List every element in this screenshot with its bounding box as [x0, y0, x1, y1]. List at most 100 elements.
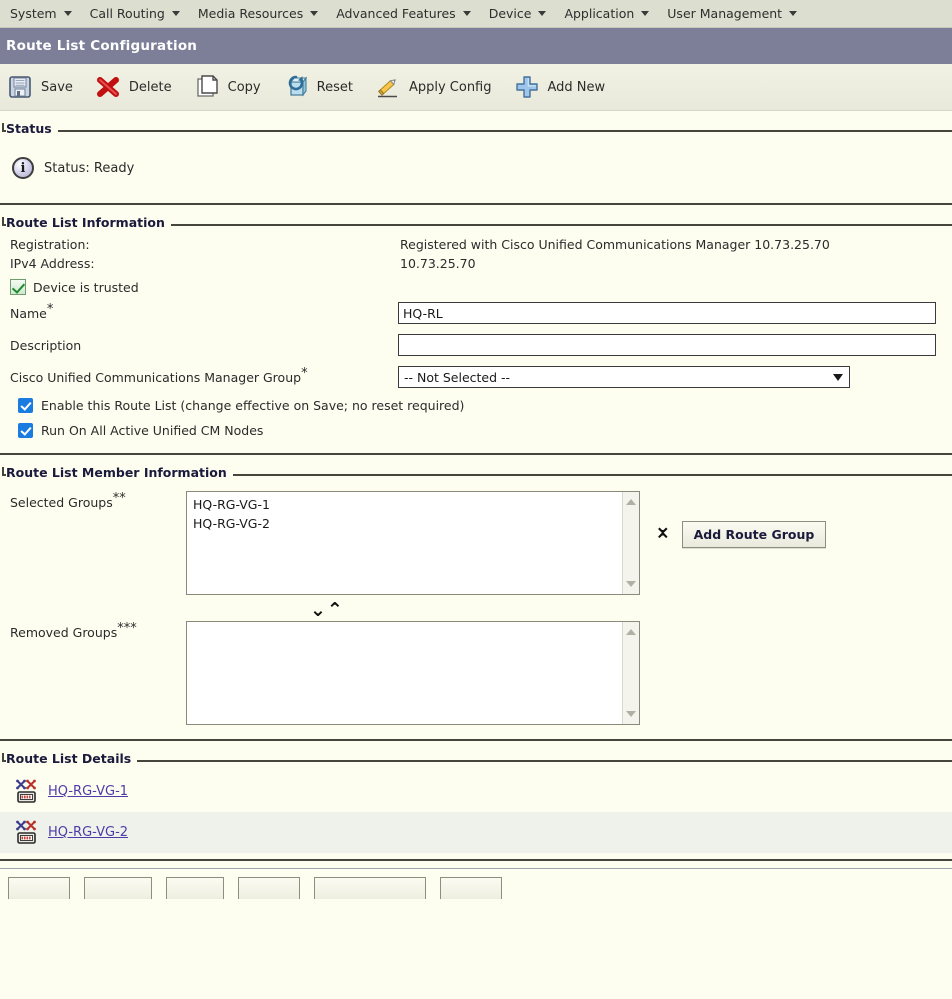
registration-row: Registration: Registered with Cisco Unif… [0, 235, 952, 254]
device-trusted-row: Device is trusted [0, 273, 952, 297]
menu-item-label: User Management [667, 6, 783, 21]
ipv4-address-label: IPv4 Address: [10, 256, 95, 271]
name-row: Name* [0, 297, 952, 329]
menu-item-call-routing[interactable]: Call Routing [86, 6, 194, 21]
enable-route-list-checkbox[interactable] [18, 398, 33, 413]
bottom-button-3[interactable] [166, 877, 224, 899]
route-group-device-icon [16, 820, 40, 846]
selected-groups-scrollbar[interactable] [622, 492, 639, 594]
status-section-caption: Status [6, 121, 58, 136]
menu-item-application[interactable]: Application [560, 6, 663, 21]
section-divider [0, 739, 952, 741]
save-button[interactable]: Save [7, 74, 73, 100]
add-route-group-button[interactable]: Add Route Group [681, 520, 827, 548]
status-row: i Status: Ready [0, 141, 952, 193]
registration-label: Registration: [10, 237, 90, 252]
cucm-group-label: Cisco Unified Communications Manager Gro… [10, 365, 308, 385]
name-input[interactable] [398, 302, 936, 324]
chevron-down-icon [641, 11, 650, 16]
route-list-details-header: Route List Details [0, 751, 952, 771]
reorder-arrows[interactable]: ⌄ ⌃ [654, 515, 672, 552]
route-list-details-caption: Route List Details [6, 751, 138, 766]
status-section-header: Status [0, 121, 952, 141]
ipv4-address-value: 10.73.25.70 [400, 256, 476, 271]
run-on-all-nodes-row[interactable]: Run On All Active Unified CM Nodes [0, 418, 952, 443]
green-check-icon [10, 279, 26, 295]
scroll-up-arrow-icon[interactable] [626, 629, 636, 635]
section-divider [0, 453, 952, 455]
selected-groups-listbox[interactable]: HQ-RG-VG-1 HQ-RG-VG-2 [186, 491, 640, 595]
selected-groups-row: Selected Groups** HQ-RG-VG-1 HQ-RG-VG-2 … [10, 491, 952, 595]
reset-refresh-icon [283, 74, 309, 100]
move-down-arrow-icon[interactable]: ⌄ [310, 599, 327, 621]
name-label: Name* [10, 301, 54, 321]
scroll-down-arrow-icon[interactable] [626, 711, 636, 717]
menu-item-label: System [10, 6, 57, 21]
run-on-all-nodes-label: Run On All Active Unified CM Nodes [41, 423, 264, 438]
route-list-information-header: Route List Information [0, 215, 952, 235]
delete-label: Delete [128, 79, 172, 95]
chevron-down-icon [63, 11, 72, 16]
route-list-information-caption: Route List Information [6, 215, 171, 230]
copy-button[interactable]: Copy [194, 74, 261, 100]
save-floppy-icon [7, 74, 33, 100]
action-toolbar: Save Delete Copy Reset Apply Config Add … [0, 64, 952, 111]
required-marker: *** [117, 620, 137, 636]
reset-label: Reset [316, 79, 353, 95]
chevron-down-icon [538, 11, 547, 16]
move-up-arrow-icon[interactable]: ⌃ [327, 599, 344, 621]
section-rule [2, 760, 952, 762]
delete-x-icon [95, 74, 121, 100]
menu-item-system[interactable]: System [6, 6, 86, 21]
info-icon: i [12, 157, 34, 179]
chevron-down-icon [171, 11, 180, 16]
list-item[interactable]: HQ-RG-VG-1 [191, 495, 635, 514]
removed-groups-scrollbar[interactable] [622, 622, 639, 724]
removed-groups-listbox[interactable] [186, 621, 640, 725]
bottom-button-1[interactable] [8, 877, 70, 899]
menu-item-advanced-features[interactable]: Advanced Features [332, 6, 484, 21]
delete-button[interactable]: Delete [95, 74, 172, 100]
run-on-all-nodes-checkbox[interactable] [18, 423, 33, 438]
description-row: Description [0, 329, 952, 361]
route-group-link[interactable]: HQ-RG-VG-2 [48, 825, 128, 840]
add-new-button[interactable]: Add New [514, 74, 605, 100]
bottom-button-2[interactable] [84, 877, 152, 899]
scroll-down-arrow-icon[interactable] [626, 581, 636, 587]
menu-item-label: Device [488, 6, 532, 21]
cucm-group-select[interactable]: -- Not Selected -- [398, 366, 850, 388]
section-divider [0, 203, 952, 205]
page-title-bar: Route List Configuration [0, 28, 952, 64]
cucm-group-row: Cisco Unified Communications Manager Gro… [0, 361, 952, 393]
apply-config-button[interactable]: Apply Config [375, 74, 492, 100]
main-menu-bar: System Call Routing Media Resources Adva… [0, 0, 952, 28]
enable-route-list-row[interactable]: Enable this Route List (change effective… [0, 393, 952, 418]
move-up-arrow-icon[interactable]: ⌃ [654, 531, 672, 552]
route-group-link[interactable]: HQ-RG-VG-1 [48, 784, 128, 799]
bottom-button-4[interactable] [238, 877, 300, 899]
table-row[interactable]: HQ-RG-VG-1 [0, 771, 952, 812]
menu-item-label: Advanced Features [336, 6, 456, 21]
description-input[interactable] [398, 334, 936, 356]
table-row[interactable]: HQ-RG-VG-2 [0, 812, 952, 853]
section-divider [0, 859, 952, 861]
scroll-up-arrow-icon[interactable] [626, 499, 636, 505]
cucm-group-selected-value: -- Not Selected -- [404, 369, 511, 385]
move-between-lists-arrows[interactable]: ⌄⌃ [310, 599, 358, 621]
device-trusted-label: Device is trusted [33, 279, 139, 295]
section-rule [2, 130, 952, 132]
apply-config-label: Apply Config [408, 79, 492, 95]
chevron-down-icon [833, 373, 843, 381]
page-title: Route List Configuration [6, 38, 198, 54]
menu-item-device[interactable]: Device [485, 6, 561, 21]
selected-groups-side-controls: ⌄ ⌃ Add Route Group [654, 515, 827, 552]
list-item[interactable]: HQ-RG-VG-2 [191, 514, 635, 533]
add-new-plus-icon [514, 74, 540, 100]
bottom-button-bar [0, 877, 952, 899]
menu-item-media-resources[interactable]: Media Resources [194, 6, 332, 21]
menu-item-user-management[interactable]: User Management [663, 6, 811, 21]
reset-button[interactable]: Reset [283, 74, 353, 100]
bottom-button-6[interactable] [440, 877, 502, 899]
copy-label: Copy [227, 79, 261, 95]
bottom-button-5[interactable] [314, 877, 426, 899]
